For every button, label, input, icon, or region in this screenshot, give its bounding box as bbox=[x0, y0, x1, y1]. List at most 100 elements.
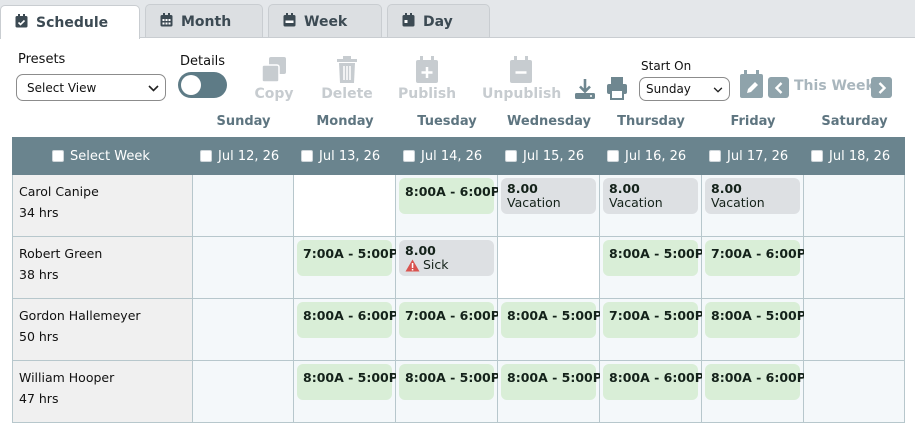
shift-block[interactable]: 8:00A - 5:00P bbox=[603, 240, 704, 276]
presets-select[interactable]: Select View bbox=[16, 74, 166, 101]
day-cell-monday[interactable] bbox=[294, 175, 396, 237]
day-cell-friday[interactable]: 8:00A - 6:00P bbox=[702, 361, 806, 423]
day-cell-friday[interactable]: 7:00A - 6:00P bbox=[702, 237, 806, 299]
date-label: Jul 13, 26 bbox=[319, 148, 381, 164]
day-cell-monday[interactable]: 7:00A - 5:00P bbox=[294, 237, 398, 299]
day-cell-wednesday[interactable]: 8:00A - 5:00P bbox=[498, 299, 602, 361]
select-week-label: Select Week bbox=[70, 148, 150, 164]
date-checkbox-sunday[interactable]: Jul 12, 26 bbox=[200, 137, 279, 175]
this-week-button[interactable]: This Week bbox=[794, 78, 875, 94]
date-checkbox-wednesday[interactable]: Jul 15, 26 bbox=[505, 137, 584, 175]
warning-icon bbox=[405, 259, 420, 271]
shift-block[interactable]: 8:00A - 5:00P bbox=[399, 364, 500, 400]
employee-hours: 50 hrs bbox=[19, 329, 59, 344]
day-cell-sunday[interactable] bbox=[193, 361, 294, 423]
day-cell-saturday[interactable] bbox=[804, 299, 905, 361]
shift-block[interactable]: 7:00A - 6:00P bbox=[705, 240, 806, 276]
date-checkbox-tuesday[interactable]: Jul 14, 26 bbox=[403, 137, 482, 175]
day-cell-thursday[interactable]: 8:00A - 6:00P bbox=[600, 361, 704, 423]
download-button[interactable] bbox=[574, 78, 596, 104]
calendar-day-icon bbox=[402, 12, 415, 31]
day-cell-friday[interactable]: 8.00 Vacation bbox=[702, 175, 804, 237]
day-cell-friday[interactable]: 8:00A - 5:00P bbox=[702, 299, 806, 361]
shift-block[interactable]: 7:00A - 5:00P bbox=[297, 240, 398, 276]
date-checkbox-friday[interactable]: Jul 17, 26 bbox=[709, 137, 788, 175]
day-cell-monday[interactable]: 8:00A - 6:00P bbox=[294, 299, 398, 361]
day-cell-thursday[interactable]: 8.00 Vacation bbox=[600, 175, 702, 237]
day-cell-tuesday[interactable]: 7:00A - 6:00P bbox=[396, 299, 500, 361]
leave-block[interactable]: 8.00 Sick bbox=[399, 240, 494, 276]
next-week-button[interactable] bbox=[871, 77, 892, 98]
publish-button[interactable]: Publish bbox=[398, 56, 456, 102]
shift-block[interactable]: 8:00A - 6:00P bbox=[297, 302, 398, 338]
checkbox-icon bbox=[52, 150, 64, 162]
shift-block[interactable]: 8:00A - 5:00P bbox=[297, 364, 398, 400]
employee-cell[interactable]: Carol Canipe 34 hrs bbox=[12, 175, 193, 237]
day-header-wednesday: Wednesday bbox=[507, 114, 591, 129]
day-cell-tuesday[interactable]: 8.00 Sick bbox=[396, 237, 498, 299]
download-icon bbox=[575, 79, 595, 99]
day-cell-thursday[interactable]: 8:00A - 5:00P bbox=[600, 237, 704, 299]
shift-time: 8:00A - 5:00P bbox=[507, 370, 602, 385]
leave-hours: 8.00 bbox=[609, 181, 640, 196]
details-toggle[interactable] bbox=[178, 72, 227, 98]
date-checkbox-saturday[interactable]: Jul 18, 26 bbox=[811, 137, 890, 175]
day-cell-wednesday[interactable]: 8.00 Vacation bbox=[498, 175, 600, 237]
chevron-down-icon bbox=[713, 82, 723, 96]
employee-cell[interactable]: Robert Green 38 hrs bbox=[12, 237, 193, 299]
shift-block[interactable]: 8:00A - 6:00P bbox=[705, 364, 806, 400]
print-button[interactable] bbox=[606, 76, 628, 104]
date-label: Jul 17, 26 bbox=[727, 148, 789, 164]
date-label: Jul 15, 26 bbox=[523, 148, 585, 164]
delete-button[interactable]: Delete bbox=[321, 56, 373, 102]
select-week-checkbox[interactable]: Select Week bbox=[52, 137, 150, 175]
copy-icon bbox=[261, 57, 286, 83]
previous-week-button[interactable] bbox=[768, 77, 789, 98]
day-cell-wednesday[interactable] bbox=[498, 237, 600, 299]
employee-cell[interactable]: Gordon Hallemeyer 50 hrs bbox=[12, 299, 193, 361]
tab-day[interactable]: Day bbox=[387, 4, 490, 38]
leave-block[interactable]: 8.00 Vacation bbox=[603, 178, 698, 214]
shift-block[interactable]: 8:00A - 6:00P bbox=[399, 178, 500, 214]
date-checkbox-monday[interactable]: Jul 13, 26 bbox=[301, 137, 380, 175]
day-cell-saturday[interactable] bbox=[804, 361, 905, 423]
day-cell-monday[interactable]: 8:00A - 5:00P bbox=[294, 361, 398, 423]
tab-schedule[interactable]: Schedule bbox=[0, 5, 140, 39]
start-on-select[interactable]: Sunday bbox=[639, 77, 730, 101]
leave-block[interactable]: 8.00 Vacation bbox=[705, 178, 800, 214]
day-cell-wednesday[interactable]: 8:00A - 5:00P bbox=[498, 361, 602, 423]
leave-block[interactable]: 8.00 Vacation bbox=[501, 178, 596, 214]
date-picker-button[interactable] bbox=[739, 70, 764, 103]
shift-block[interactable]: 7:00A - 5:00P bbox=[603, 302, 704, 338]
tab-month[interactable]: Month bbox=[145, 4, 263, 38]
shift-block[interactable]: 8:00A - 5:00P bbox=[501, 302, 602, 338]
start-on-label: Start On bbox=[641, 59, 692, 73]
day-cell-sunday[interactable] bbox=[193, 175, 294, 237]
day-cell-saturday[interactable] bbox=[804, 175, 905, 237]
employee-cell[interactable]: William Hooper 47 hrs bbox=[12, 361, 193, 423]
day-cell-tuesday[interactable]: 8:00A - 6:00P bbox=[396, 175, 500, 237]
unpublish-button[interactable]: Unpublish bbox=[482, 56, 561, 102]
day-cell-thursday[interactable]: 7:00A - 5:00P bbox=[600, 299, 704, 361]
copy-button[interactable]: Copy bbox=[252, 56, 296, 102]
shift-block[interactable]: 8:00A - 5:00P bbox=[501, 364, 602, 400]
checkbox-icon bbox=[505, 150, 517, 162]
tab-label: Month bbox=[181, 13, 232, 30]
toggle-knob bbox=[181, 75, 201, 95]
leave-hours: 8.00 bbox=[507, 181, 538, 196]
week-header-row: Select Week Jul 12, 26 Jul 13, 26 Jul 14… bbox=[12, 137, 905, 175]
shift-time: 7:00A - 6:00P bbox=[405, 308, 500, 323]
date-checkbox-thursday[interactable]: Jul 16, 26 bbox=[607, 137, 686, 175]
day-cell-saturday[interactable] bbox=[804, 237, 905, 299]
day-cell-sunday[interactable] bbox=[193, 237, 294, 299]
presets-label: Presets bbox=[18, 52, 66, 67]
tab-week[interactable]: Week bbox=[268, 4, 382, 38]
day-cell-tuesday[interactable]: 8:00A - 5:00P bbox=[396, 361, 500, 423]
shift-block[interactable]: 7:00A - 6:00P bbox=[399, 302, 500, 338]
shift-block[interactable]: 8:00A - 6:00P bbox=[603, 364, 704, 400]
shift-block[interactable]: 8:00A - 5:00P bbox=[705, 302, 806, 338]
shift-time: 8:00A - 5:00P bbox=[507, 308, 602, 323]
leave-type: Sick bbox=[423, 257, 449, 272]
shift-time: 8:00A - 5:00P bbox=[711, 308, 806, 323]
day-cell-sunday[interactable] bbox=[193, 299, 294, 361]
